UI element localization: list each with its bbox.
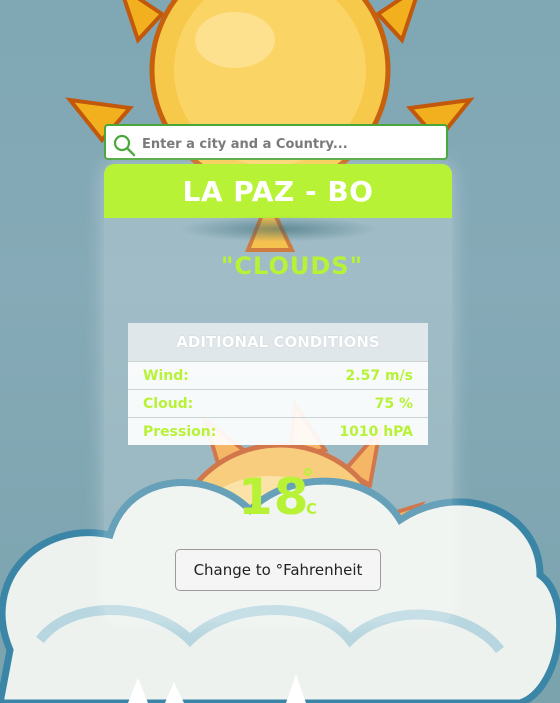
cloud-value: 75 %	[374, 395, 413, 412]
search-input[interactable]	[140, 130, 444, 158]
change-unit-button[interactable]: Change to °Fahrenheit	[175, 549, 381, 591]
wind-value: 2.57 m/s	[345, 367, 413, 384]
weather-card: LA PAZ - BO "CLOUDS" ADITIONAL CONDITION…	[104, 164, 452, 622]
degree-symbol: °	[302, 464, 314, 492]
temperature-unit: C	[306, 500, 318, 518]
city-title: LA PAZ - BO	[182, 174, 374, 208]
card-header: LA PAZ - BO	[104, 164, 452, 218]
search-icon[interactable]	[112, 133, 136, 157]
condition-row-wind: Wind: 2.57 m/s	[128, 361, 428, 389]
weather-description: "CLOUDS"	[220, 252, 364, 280]
temperature-value: 18	[238, 468, 310, 526]
search-box	[104, 124, 448, 160]
header-shadow	[178, 216, 378, 242]
cloud-label: Cloud:	[143, 395, 194, 412]
condition-row-pression: Pression: 1010 hPA	[128, 417, 428, 445]
additional-conditions-table: ADITIONAL CONDITIONS Wind: 2.57 m/s Clou…	[128, 323, 428, 445]
condition-row-cloud: Cloud: 75 %	[128, 389, 428, 417]
pression-value: 1010 hPA	[339, 423, 413, 440]
conditions-header: ADITIONAL CONDITIONS	[128, 323, 428, 361]
wind-label: Wind:	[143, 367, 189, 384]
pression-label: Pression:	[143, 423, 217, 440]
